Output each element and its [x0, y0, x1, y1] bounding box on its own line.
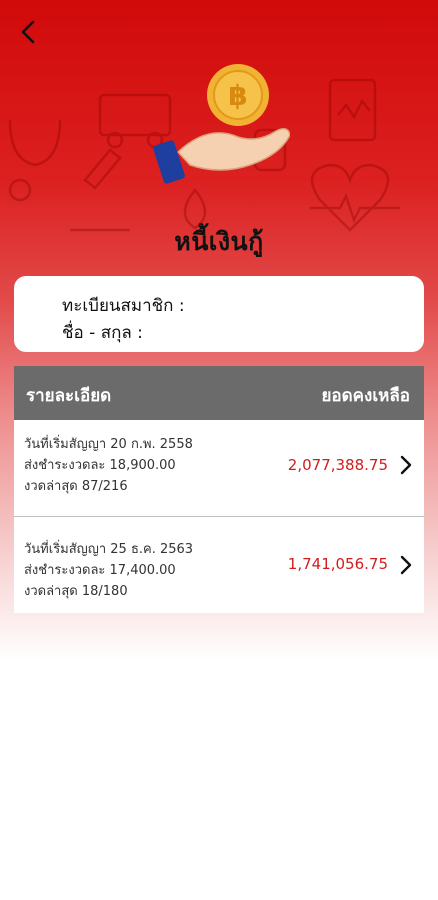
loan-row[interactable]: วันที่เริ่มสัญญา 25 ธ.ค. 2563 ส่งชำระงวด…: [14, 517, 424, 613]
column-header-detail: รายละเอียด: [26, 386, 112, 406]
loan-start-date: วันที่เริ่มสัญญา 25 ธ.ค. 2563: [24, 542, 194, 557]
member-name-label: ชื่อ - สกุล :: [62, 323, 143, 343]
loan-balance: 1,741,056.75: [287, 555, 388, 573]
loan-hero-illustration: ฿: [153, 64, 290, 184]
baht-coin-icon: ฿: [207, 64, 269, 126]
back-button[interactable]: [10, 14, 46, 50]
loan-installment: ส่งชำระงวดละ 17,400.00: [24, 563, 176, 578]
svg-text:฿: ฿: [228, 79, 247, 112]
loan-latest-period: งวดล่าสุด 87/216: [24, 479, 128, 494]
chevron-left-icon: [21, 20, 35, 44]
loan-row[interactable]: วันที่เริ่มสัญญา 20 ก.พ. 2558 ส่งชำระงวด…: [14, 420, 424, 516]
column-header-balance: ยอดคงเหลือ: [321, 386, 410, 406]
loan-details: วันที่เริ่มสัญญา 20 ก.พ. 2558 ส่งชำระงวด…: [24, 434, 193, 497]
chevron-right-icon: [400, 455, 412, 475]
page-title: หนี้เงินกู้: [174, 227, 264, 256]
loan-table-header: รายละเอียด ยอดคงเหลือ: [14, 366, 424, 420]
loan-balance: 2,077,388.75: [287, 456, 388, 474]
member-info-card: ทะเบียนสมาชิก : ชื่อ - สกุล :: [14, 276, 424, 352]
loan-start-date: วันที่เริ่มสัญญา 20 ก.พ. 2558: [24, 437, 193, 452]
loan-latest-period: งวดล่าสุด 18/180: [24, 584, 128, 599]
member-id-label: ทะเบียนสมาชิก :: [62, 296, 185, 316]
loan-details: วันที่เริ่มสัญญา 25 ธ.ค. 2563 ส่งชำระงวด…: [24, 539, 193, 602]
open-hand-icon: [153, 128, 290, 184]
loan-installment: ส่งชำระงวดละ 18,900.00: [24, 458, 176, 473]
chevron-right-icon: [400, 555, 412, 575]
